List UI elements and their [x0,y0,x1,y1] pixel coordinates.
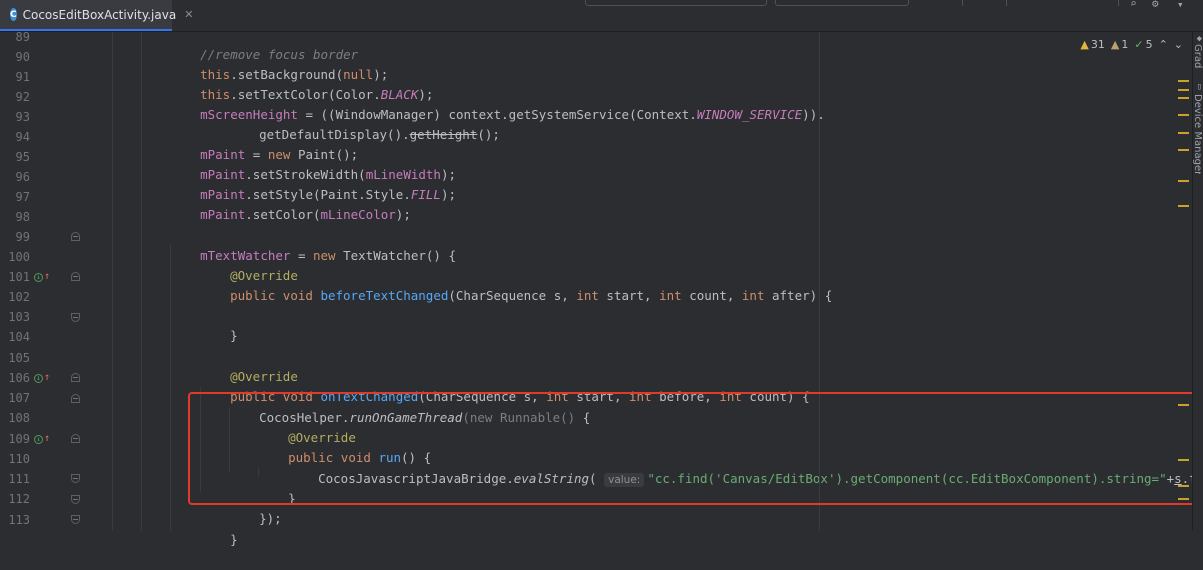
highlight-annotation-box [188,392,1199,505]
fold-toggle-icon[interactable] [71,313,80,322]
line-number: 91 [15,70,30,84]
indent-guide [170,244,171,531]
code-line[interactable]: mPaint.setColor(mLineColor); [170,185,411,222]
line-number: 95 [15,150,30,164]
override-method-icon[interactable]: ↓ ↑ [34,433,50,445]
toolbar-divider [1118,0,1119,6]
device-manager-tool-tab[interactable]: Device Manager [1192,94,1203,174]
warning-icon: ▲ [1080,38,1089,51]
warning-marker[interactable] [1178,97,1189,99]
code-line[interactable]: @Override [200,347,298,384]
line-number: 110 [8,452,30,466]
line-number: 99 [15,230,30,244]
settings-icon[interactable]: ⚙ [1152,0,1159,10]
fold-toggle-icon[interactable] [71,495,80,504]
line-number: 98 [15,210,30,224]
override-method-icon[interactable]: ↓ ↑ [34,372,50,384]
error-stripe[interactable] [1176,32,1192,531]
code-line[interactable]: public void onTextChanged(CharSequence s… [200,367,810,404]
line-number: 90 [15,50,30,64]
toolbar-divider [962,0,963,6]
override-method-icon[interactable]: ↓ ↑ [34,271,50,283]
inspection-widget[interactable]: ▲ 31 ▲ 1 ✓ 5 ⌃ ⌄ [1080,38,1183,51]
warning-marker[interactable] [1178,149,1189,151]
fold-toggle-icon[interactable] [71,515,80,524]
typos-count[interactable]: ✓ 5 [1134,38,1152,51]
warning-marker[interactable] [1178,459,1189,461]
line-number: 104 [8,330,30,344]
warning-marker[interactable] [1178,180,1189,182]
indent-guide [141,32,142,531]
line-number: 113 [8,513,30,527]
weak-warnings-count[interactable]: ▲ 1 [1111,38,1128,51]
line-number: 106 [8,371,30,385]
code-line[interactable]: getDefaultDisplay().getHeight(); [229,105,500,142]
code-line[interactable]: mTextWatcher = new TextWatcher() { [170,226,456,263]
weak-warning-icon: ▲ [1110,38,1120,51]
search-icon[interactable]: ⌕ [1130,0,1137,10]
more-icon[interactable]: ▾ [1177,0,1184,11]
line-number: 100 [8,250,30,264]
toolbar-divider [1006,0,1007,6]
tab-filename: CocosEditBoxActivity.java [22,7,177,22]
line-number: 97 [15,190,30,204]
warning-marker[interactable] [1178,498,1189,500]
java-class-icon: C [10,8,17,21]
code-line[interactable]: mScreenHeight = ((WindowManager) context… [170,85,825,122]
code-line[interactable]: } [200,510,238,547]
gradle-icon[interactable]: ◆ [1197,34,1202,44]
line-number: 103 [8,310,30,324]
line-number: 107 [8,391,30,405]
line-number: 92 [15,90,30,104]
code-line[interactable]: this.setTextColor(Color.BLACK); [170,65,433,102]
fold-toggle-icon[interactable] [71,232,80,241]
indent-guide [112,32,113,531]
code-line[interactable]: //remove focus border [170,25,358,62]
line-number: 89 [15,30,30,44]
right-tool-window-bar: ◆ Gradle ▯ Device Manager [1192,32,1203,531]
line-number: 102 [8,290,30,304]
run-config-selector[interactable] [585,0,767,6]
warnings-count[interactable]: ▲ 31 [1080,38,1104,51]
line-number: 108 [8,411,30,425]
warning-marker[interactable] [1178,80,1189,82]
fold-toggle-icon[interactable] [71,272,80,281]
warning-marker[interactable] [1178,485,1189,487]
line-number: 94 [15,130,30,144]
line-number: 93 [15,110,30,124]
line-number: 111 [8,472,30,486]
warning-marker[interactable] [1178,404,1189,406]
device-manager-icon[interactable]: ▯ [1197,82,1202,92]
code-line[interactable]: mPaint.setStyle(Paint.Style.FILL); [170,165,456,202]
chevron-up-icon[interactable]: ⌃ [1159,38,1168,51]
warning-marker[interactable] [1178,205,1189,207]
line-number-gutter[interactable]: 89 90 91 92 93 94 95 96 97 98 99 100 101… [0,30,88,531]
line-number: 105 [8,351,30,365]
warning-marker[interactable] [1178,89,1189,91]
fold-toggle-icon[interactable] [71,373,80,382]
code-line[interactable]: @Override [200,246,298,283]
fold-toggle-icon[interactable] [71,434,80,443]
gradle-tool-tab[interactable]: Gradle [1192,44,1203,68]
device-selector[interactable] [775,0,909,6]
code-line[interactable]: mPaint = new Paint(); [170,125,358,162]
line-number: 96 [15,170,30,184]
code-line[interactable]: this.setBackground(null); [170,45,388,82]
code-line[interactable]: } [200,306,238,343]
line-number: 101 [8,270,30,284]
close-icon[interactable]: ✕ [184,8,193,21]
warning-marker[interactable] [1178,114,1189,116]
line-number: 112 [8,492,30,506]
check-icon: ✓ [1134,38,1144,51]
fold-toggle-icon[interactable] [71,474,80,483]
code-line[interactable]: mPaint.setStrokeWidth(mLineWidth); [170,145,456,182]
code-line[interactable]: public void beforeTextChanged(CharSequen… [200,266,832,303]
warning-marker[interactable] [1178,132,1189,134]
fold-toggle-icon[interactable] [71,394,80,403]
line-number: 109 [8,432,30,446]
